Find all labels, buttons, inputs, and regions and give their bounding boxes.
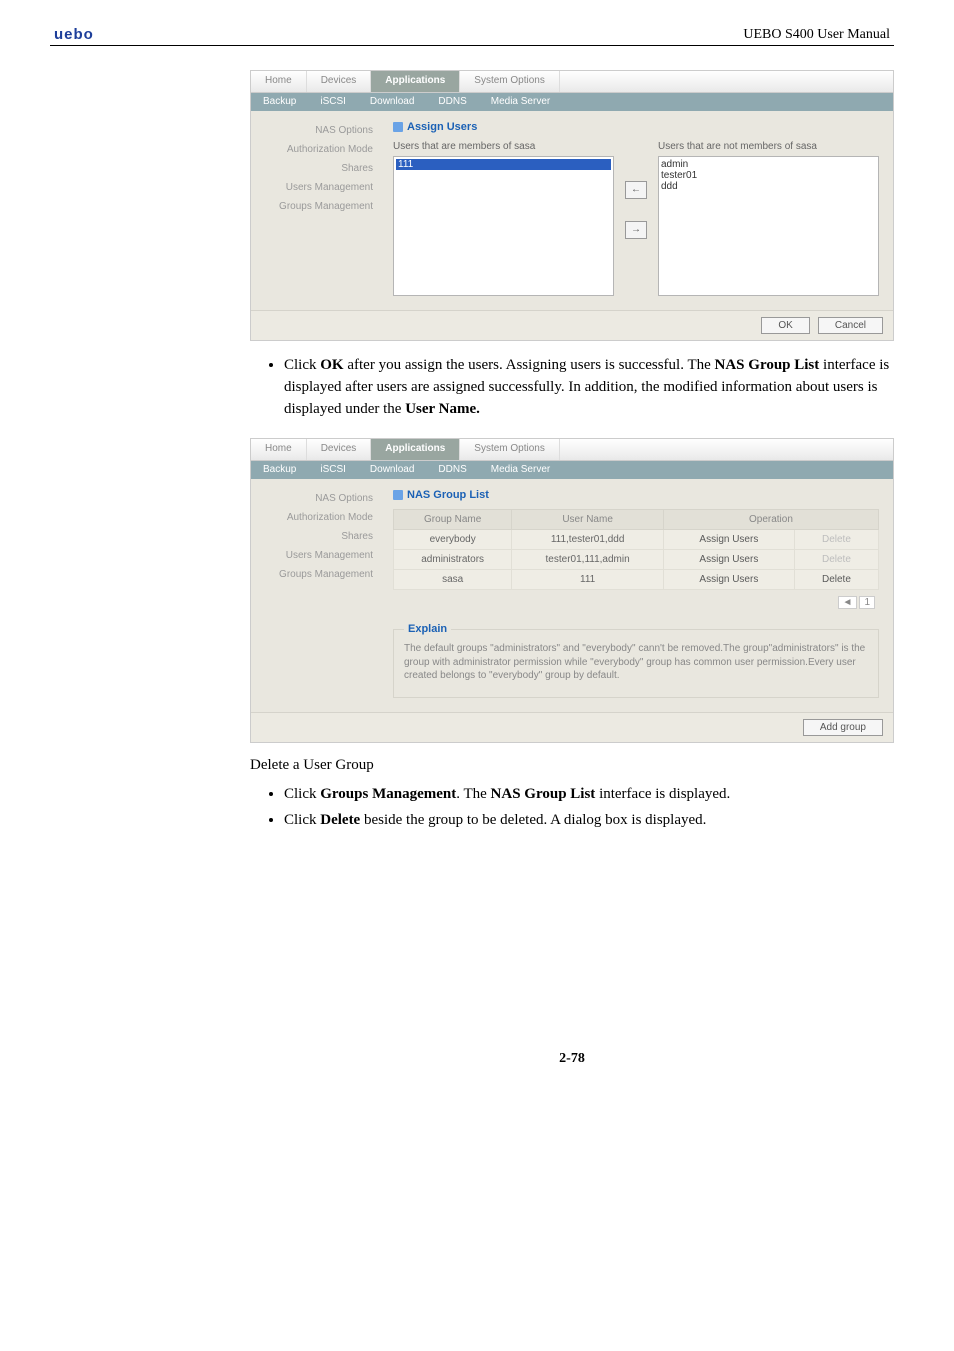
subtab-backup[interactable]: Backup <box>251 461 308 479</box>
assign-users-link[interactable]: Assign Users <box>693 534 764 545</box>
subtab-media-server[interactable]: Media Server <box>479 93 562 111</box>
cancel-button[interactable]: Cancel <box>818 317 883 334</box>
subtab-ddns[interactable]: DDNS <box>426 461 478 479</box>
pager: ◄1 <box>393 590 879 615</box>
sidebar-item-authorization-mode[interactable]: Authorization Mode <box>257 140 373 159</box>
subtab-download[interactable]: Download <box>358 461 426 479</box>
sidebar-item-groups-management[interactable]: Groups Management <box>257 197 373 216</box>
delete-group-heading: Delete a User Group <box>250 757 894 774</box>
table-row: sasa 111 Assign Users Delete <box>394 570 879 590</box>
explain-title: Explain <box>404 623 451 635</box>
nonmember-item[interactable]: admin <box>661 159 876 170</box>
assign-users-link[interactable]: Assign Users <box>693 554 764 565</box>
page-header: uebo UEBO S400 User Manual <box>50 0 894 46</box>
sidebar-item-nas-options[interactable]: NAS Options <box>257 489 373 508</box>
instruction-item: Click OK after you assign the users. Ass… <box>284 355 894 420</box>
sidebar-item-users-management[interactable]: Users Management <box>257 546 373 565</box>
sidebar-item-users-management[interactable]: Users Management <box>257 178 373 197</box>
group-table: Group Name User Name Operation everybody… <box>393 509 879 590</box>
member-item[interactable]: 111 <box>396 159 611 170</box>
nonmember-item[interactable]: tester01 <box>661 170 876 181</box>
col-user-name: User Name <box>512 510 664 530</box>
tab-applications[interactable]: Applications <box>371 439 460 460</box>
cell-users: 111,tester01,ddd <box>512 530 664 550</box>
cell-group: administrators <box>394 550 512 570</box>
page-number: 2-78 <box>250 1051 894 1067</box>
col-group-name: Group Name <box>394 510 512 530</box>
delete-link: Delete <box>816 554 857 565</box>
manual-title: UEBO S400 User Manual <box>743 27 890 43</box>
sidebar-item-nas-options[interactable]: NAS Options <box>257 121 373 140</box>
delete-instruction-list: Click Groups Management. The NAS Group L… <box>250 784 894 832</box>
instruction-list: Click OK after you assign the users. Ass… <box>250 355 894 420</box>
explain-text: The default groups "administrators" and … <box>404 642 868 683</box>
add-group-button[interactable]: Add group <box>803 719 883 736</box>
cell-group: everybody <box>394 530 512 550</box>
explain-box: Explain The default groups "administrato… <box>393 629 879 698</box>
subtab-media-server[interactable]: Media Server <box>479 461 562 479</box>
instruction-item: Click Groups Management. The NAS Group L… <box>284 784 894 806</box>
nonmember-item[interactable]: ddd <box>661 181 876 192</box>
cell-group: sasa <box>394 570 512 590</box>
tab-applications[interactable]: Applications <box>371 71 460 92</box>
tab-home[interactable]: Home <box>251 71 307 92</box>
cell-users: tester01,111,admin <box>512 550 664 570</box>
move-right-button[interactable]: → <box>625 221 647 239</box>
subtab-backup[interactable]: Backup <box>251 93 308 111</box>
pager-prev[interactable]: ◄ <box>838 596 858 609</box>
assign-users-heading: Assign Users <box>393 121 879 133</box>
delete-link: Delete <box>816 534 857 545</box>
brand-logo: uebo <box>54 26 94 43</box>
table-header-row: Group Name User Name Operation <box>394 510 879 530</box>
tab-system-options[interactable]: System Options <box>460 71 560 92</box>
pager-page[interactable]: 1 <box>859 596 875 609</box>
group-list-heading: NAS Group List <box>393 489 879 501</box>
nas-sidebar: NAS Options Authorization Mode Shares Us… <box>251 111 383 310</box>
subtab-iscsi[interactable]: iSCSI <box>308 461 358 479</box>
move-left-button[interactable]: ← <box>625 181 647 199</box>
tab-devices[interactable]: Devices <box>307 71 372 92</box>
cell-users: 111 <box>512 570 664 590</box>
members-label: Users that are members of sasa <box>393 141 614 152</box>
subtab-ddns[interactable]: DDNS <box>426 93 478 111</box>
table-row: everybody 111,tester01,ddd Assign Users … <box>394 530 879 550</box>
instruction-item: Click Delete beside the group to be dele… <box>284 810 894 832</box>
tab-devices[interactable]: Devices <box>307 439 372 460</box>
sidebar-item-shares[interactable]: Shares <box>257 527 373 546</box>
subtab-iscsi[interactable]: iSCSI <box>308 93 358 111</box>
table-row: administrators tester01,111,admin Assign… <box>394 550 879 570</box>
sidebar-item-authorization-mode[interactable]: Authorization Mode <box>257 508 373 527</box>
nonmembers-listbox[interactable]: admin tester01 ddd <box>658 156 879 296</box>
screenshot-assign-users: Home Devices Applications System Options… <box>250 70 894 341</box>
tab-home[interactable]: Home <box>251 439 307 460</box>
members-listbox[interactable]: 111 <box>393 156 614 296</box>
sidebar-item-shares[interactable]: Shares <box>257 159 373 178</box>
tab-system-options[interactable]: System Options <box>460 439 560 460</box>
ok-button[interactable]: OK <box>761 317 809 334</box>
delete-link[interactable]: Delete <box>816 574 857 585</box>
nas-sidebar: NAS Options Authorization Mode Shares Us… <box>251 479 383 712</box>
screenshot-group-list: Home Devices Applications System Options… <box>250 438 894 743</box>
nonmembers-label: Users that are not members of sasa <box>658 141 879 152</box>
sidebar-item-groups-management[interactable]: Groups Management <box>257 565 373 584</box>
assign-users-link[interactable]: Assign Users <box>693 574 764 585</box>
col-operation: Operation <box>663 510 878 530</box>
subtab-download[interactable]: Download <box>358 93 426 111</box>
